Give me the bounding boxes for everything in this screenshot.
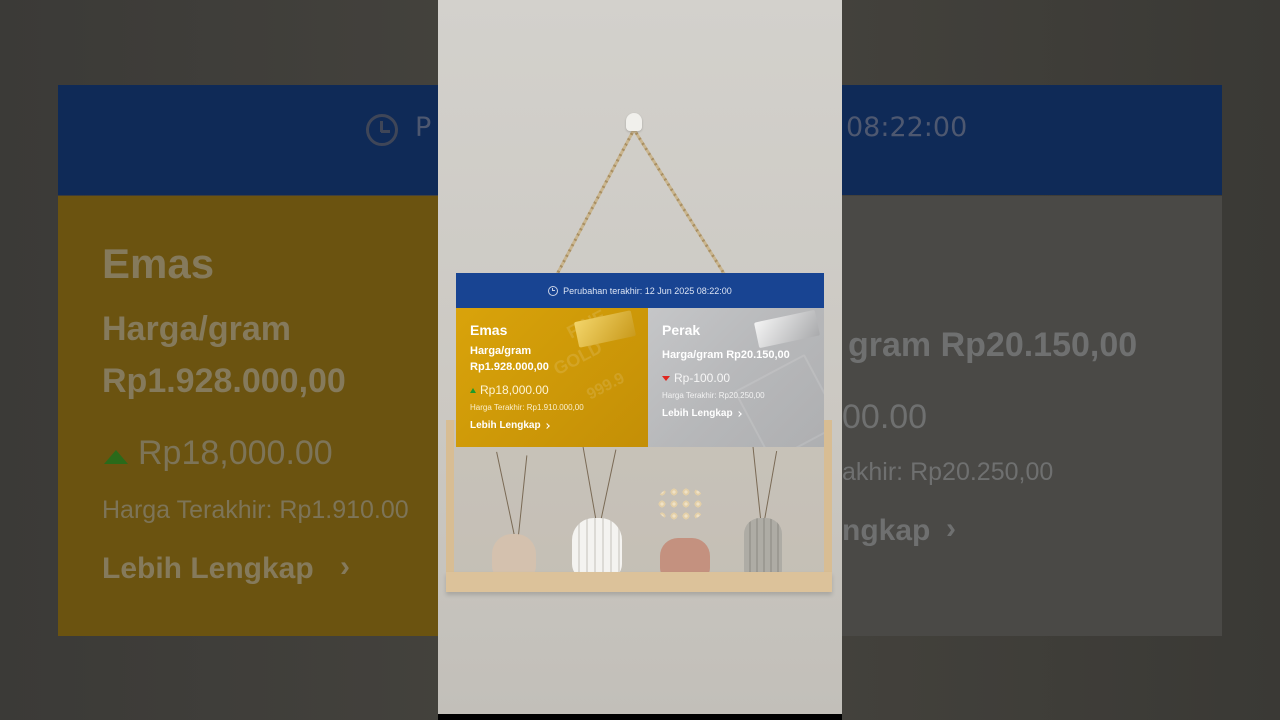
clock-icon xyxy=(548,285,559,296)
gold-watermark-purity: 999.9 xyxy=(584,369,628,404)
gold-last-price: Harga Terakhir: Rp1.910.000,00 xyxy=(470,403,584,412)
gold-price-label: Harga/gram xyxy=(470,345,532,357)
background-silver-last-price: akhir: Rp20.250,00 xyxy=(842,458,1054,486)
photo-frame: Perubahan terakhir: 12 Jun 2025 08:22:00… xyxy=(438,0,842,714)
silver-panel[interactable]: Perak Harga/gram Rp20.150,00 Rp-100.00 H… xyxy=(648,308,824,447)
background-gold-last-price: Harga Terakhir: Rp1.910.00 xyxy=(102,496,409,524)
silver-more-link[interactable]: Lebih Lengkap xyxy=(662,408,742,419)
gold-panel[interactable]: FINE GOLD 999.9 Emas Harga/gram Rp1.928.… xyxy=(456,308,648,447)
silver-title: Perak xyxy=(662,322,701,338)
silver-change: Rp-100.00 xyxy=(662,371,730,385)
background-gold-chevron-icon: › xyxy=(340,550,350,583)
background-gold-price-label: Harga/gram xyxy=(102,310,291,348)
gold-change-value: Rp18,000.00 xyxy=(480,383,549,397)
chevron-right-icon xyxy=(543,422,550,429)
gold-more-label: Lebih Lengkap xyxy=(470,420,541,431)
silver-bar-image xyxy=(753,309,821,349)
vase xyxy=(572,518,622,580)
triangle-down-icon xyxy=(662,375,670,381)
background-header-time: 08:22:00 xyxy=(846,112,968,143)
dried-flower-bunch xyxy=(656,486,706,522)
last-update-header: Perubahan terakhir: 12 Jun 2025 08:22:00 xyxy=(456,273,824,308)
background-header-prefix: P xyxy=(415,112,432,143)
last-update-text: Perubahan terakhir: 12 Jun 2025 08:22:00 xyxy=(563,285,732,296)
background-gold-price: Rp1.928.000,00 xyxy=(102,362,346,400)
shelf-board xyxy=(446,572,832,592)
bottom-bar xyxy=(438,714,842,720)
gold-title: Emas xyxy=(470,322,508,338)
silver-price-line: Harga/gram Rp20.150,00 xyxy=(662,349,790,361)
gold-more-link[interactable]: Lebih Lengkap xyxy=(470,420,550,431)
silver-watermark xyxy=(733,353,824,447)
background-gold-title: Emas xyxy=(102,240,215,287)
wall-hook xyxy=(626,113,642,131)
background-silver-more: ngkap xyxy=(842,514,931,547)
background-gold-more: Lebih Lengkap xyxy=(102,552,314,585)
silver-last-price: Harga Terakhir: Rp20.250,00 xyxy=(662,391,765,400)
background-gold-change: Rp18,000.00 xyxy=(138,434,333,472)
silver-more-label: Lebih Lengkap xyxy=(662,408,733,419)
precious-metal-price-card: Perubahan terakhir: 12 Jun 2025 08:22:00… xyxy=(456,273,824,447)
triangle-up-icon xyxy=(470,387,476,393)
background-silver-price: gram Rp20.150,00 xyxy=(848,326,1138,364)
background-silver-change: 00.00 xyxy=(842,398,928,436)
background-silver-chevron-icon: › xyxy=(946,512,956,545)
gold-change: Rp18,000.00 xyxy=(470,383,549,397)
silver-change-value: Rp-100.00 xyxy=(674,371,731,385)
background-triangle-up-icon xyxy=(104,450,128,464)
background-clock-icon xyxy=(366,114,398,146)
gold-price: Rp1.928.000,00 xyxy=(470,361,549,373)
chevron-right-icon xyxy=(735,410,742,417)
vase xyxy=(744,518,782,580)
